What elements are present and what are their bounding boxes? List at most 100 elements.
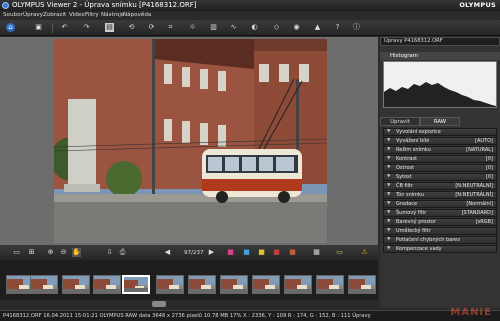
next-image-icon[interactable]: ▶: [207, 248, 216, 257]
thumbnail[interactable]: [188, 275, 216, 294]
thumbnail[interactable]: [348, 275, 376, 294]
panel-row-color-space[interactable]: ▼ Barevný prostor [sRGB]: [383, 218, 497, 226]
brand-logo: OLYMPUS: [459, 1, 496, 9]
help-icon[interactable]: ?: [333, 23, 342, 32]
zoom-in-icon[interactable]: ⊕: [46, 248, 55, 257]
panel-row-defect-compensation[interactable]: ▼ Kompenzace vady: [383, 245, 497, 253]
menu-edit[interactable]: Úpravy: [23, 12, 43, 18]
panel-row-saturation[interactable]: ▼ Sytost [0]: [383, 173, 497, 181]
highlight-icon[interactable]: ▭: [335, 248, 344, 257]
app-icon: [2, 2, 9, 9]
expand-icon: ▼: [387, 183, 391, 188]
mark-yellow-icon[interactable]: ■: [257, 248, 266, 257]
panel-row-contrast[interactable]: ▼ Kontrast [0]: [383, 155, 497, 163]
save-icon[interactable]: ▣: [34, 23, 43, 32]
home-icon[interactable]: ⌂: [6, 23, 15, 32]
expand-icon: ▼: [387, 201, 391, 206]
panel-row-noise-filter[interactable]: ▼ Šumový filtr [STANDARD]: [383, 209, 497, 217]
grid-icon[interactable]: ▦: [312, 248, 321, 257]
watermark: MANIE: [450, 307, 492, 318]
trolleybus-photo: [54, 39, 327, 243]
sharpen-icon[interactable]: ◇: [272, 23, 281, 32]
panel-row-picture-tone[interactable]: ▼ Tón snímku [N:NEUTRÁLNÍ]: [383, 191, 497, 199]
prev-image-icon[interactable]: ◀: [163, 248, 172, 257]
menu-view[interactable]: Zobrazit: [43, 12, 66, 18]
histogram-label: Histogram: [390, 53, 418, 59]
panel-row-picture-mode[interactable]: ▼ Režim snímku [NATURAL]: [383, 146, 497, 154]
thumbnail[interactable]: [316, 275, 344, 294]
filmstrip-scrollbar[interactable]: [0, 300, 378, 308]
toolbar: ⌂ ▣ ↶ ↷ ▤ ⟲ ⟳ ⌗ ☼ ▥ ∿ ◐ ◇ ◉ ▲ ? ⓘ: [0, 20, 500, 36]
mark-orange-icon[interactable]: ■: [288, 248, 297, 257]
panel-row-sharpness[interactable]: ▼ Ostrost [0]: [383, 164, 497, 172]
scrollbar-thumb[interactable]: [152, 301, 166, 307]
expand-icon: ▼: [387, 129, 391, 134]
thumbnail[interactable]: [30, 275, 58, 294]
menu-tools[interactable]: Nástroje: [101, 12, 124, 18]
adjust-icon[interactable]: ☼: [188, 23, 197, 32]
rotate-right-icon[interactable]: ⟳: [147, 23, 156, 32]
expand-icon: ▼: [387, 138, 391, 143]
undo-icon[interactable]: ↶: [60, 23, 69, 32]
menu-filters[interactable]: Filtry: [85, 12, 99, 18]
toolbar-separator: [52, 23, 53, 33]
view-mode-icon[interactable]: ▭: [12, 248, 21, 257]
info-icon[interactable]: ⓘ: [352, 23, 361, 32]
panel-row-bw-filter[interactable]: ▼ ČB filtr [N:NEUTRÁLNÍ]: [383, 182, 497, 190]
zoom-out-icon[interactable]: ⊖: [59, 248, 68, 257]
window-title: OLYMPUS Viewer 2 - Úprava snímku [P41683…: [12, 1, 197, 9]
menu-video[interactable]: Video: [69, 12, 85, 18]
panel-row-false-color[interactable]: ▼ Potlačení chybných barev: [383, 236, 497, 244]
expand-icon: ▼: [387, 210, 391, 215]
expand-icon: ▼: [387, 174, 391, 179]
redo-icon[interactable]: ↷: [82, 23, 91, 32]
expand-icon: ▼: [387, 219, 391, 224]
thumbnail[interactable]: [156, 275, 184, 294]
panel-row-art-filter[interactable]: ▼ Umělecký filtr: [383, 227, 497, 235]
print-icon[interactable]: ⎙: [118, 248, 127, 257]
file-tab[interactable]: Úpravy P4168312.ORF: [380, 37, 500, 46]
compare-icon[interactable]: ▤: [105, 23, 114, 32]
expand-icon: ▼: [387, 147, 391, 152]
stamp-icon[interactable]: ▲: [313, 23, 322, 32]
thumbnail[interactable]: [284, 275, 312, 294]
expand-icon: ▼: [387, 228, 391, 233]
mark-blue-icon[interactable]: ■: [242, 248, 251, 257]
redeye-icon[interactable]: ◉: [292, 23, 301, 32]
thumbnail[interactable]: [62, 275, 90, 294]
photo-preview[interactable]: [54, 39, 327, 243]
menu-bar: Soubor Úpravy Zobrazit Video Filtry Nást…: [0, 11, 500, 20]
thumbnail-selected[interactable]: [122, 275, 150, 294]
histogram-graph: [384, 82, 496, 107]
mark-magenta-icon[interactable]: ■: [226, 248, 235, 257]
menu-help[interactable]: Nápověda: [123, 12, 151, 18]
crop-icon[interactable]: ⌗: [166, 23, 175, 32]
thumbnail[interactable]: [220, 275, 248, 294]
tab-raw[interactable]: RAW: [420, 117, 460, 126]
hand-tool-icon[interactable]: ✋: [72, 248, 81, 257]
export-icon[interactable]: ⇩: [105, 248, 114, 257]
mark-red-icon[interactable]: ■: [272, 248, 281, 257]
histogram-header[interactable]: Histogram: [380, 52, 500, 60]
expand-icon: ▼: [387, 165, 391, 170]
fit-icon[interactable]: ⊞: [27, 248, 36, 257]
curves-icon[interactable]: ∿: [229, 23, 238, 32]
panel-row-gradation[interactable]: ▼ Gradace [Normální]: [383, 200, 497, 208]
color-icon[interactable]: ◐: [250, 23, 259, 32]
panel-row-white-balance[interactable]: ▼ Vyvážení bílé [AUTO]: [383, 137, 497, 145]
thumbnail[interactable]: [252, 275, 280, 294]
status-bar: P4168312.ORF 16.04.2011 15:01:21 OLYMPUS…: [0, 310, 500, 321]
expand-icon: ▼: [387, 246, 391, 251]
expand-icon: ▼: [387, 237, 391, 242]
expand-icon: ▼: [387, 156, 391, 161]
panel-row-exposure[interactable]: ▼ Vyvolání expozice: [383, 128, 497, 136]
thumbnail[interactable]: [93, 275, 121, 294]
menu-file[interactable]: Soubor: [3, 12, 23, 18]
warning-icon[interactable]: ⚠: [360, 248, 369, 257]
expand-icon: ▼: [387, 192, 391, 197]
tab-upravit[interactable]: Upravit: [380, 117, 420, 126]
image-counter: 97/237: [184, 250, 204, 256]
rotate-left-icon[interactable]: ⟲: [127, 23, 136, 32]
levels-icon[interactable]: ▥: [209, 23, 218, 32]
panel-tabs: Upravit RAW: [380, 117, 500, 126]
